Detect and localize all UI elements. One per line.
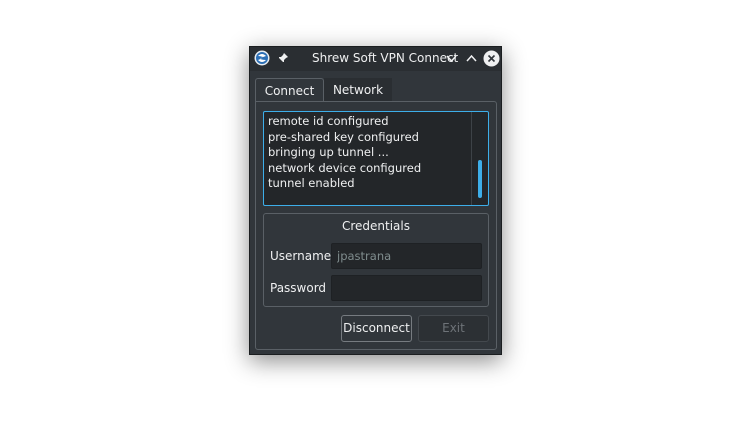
vpn-connect-window: Shrew Soft VPN Connect Connect Network r… (249, 46, 502, 355)
log-lines: remote id configured pre-shared key conf… (268, 114, 468, 192)
title-bar[interactable]: Shrew Soft VPN Connect (250, 47, 501, 71)
username-label: Username (270, 249, 332, 263)
chevron-up-icon[interactable] (463, 50, 480, 67)
log-line: network device configured (268, 160, 422, 175)
tab-network[interactable]: Network (324, 78, 392, 102)
shrew-soft-app-icon[interactable] (254, 50, 270, 66)
password-input[interactable] (331, 275, 482, 301)
scrollbar-handle[interactable] (478, 160, 482, 198)
window-title: Shrew Soft VPN Connect (312, 51, 459, 65)
status-log[interactable]: remote id configured pre-shared key conf… (263, 111, 489, 206)
log-line: pre-shared key configured (268, 129, 419, 144)
username-input[interactable] (331, 243, 482, 269)
log-line: tunnel enabled (268, 176, 355, 191)
log-line: remote id configured (268, 114, 389, 128)
disconnect-button[interactable]: Disconnect (341, 315, 412, 342)
password-label: Password (270, 281, 327, 295)
credentials-title: Credentials (341, 219, 410, 233)
chevron-down-icon[interactable] (443, 50, 460, 67)
log-scrollbar[interactable] (471, 112, 488, 205)
credentials-group: Credentials Username Password (263, 213, 489, 307)
log-line: bringing up tunnel ... (268, 145, 389, 160)
close-icon[interactable] (483, 50, 500, 67)
tab-connect[interactable]: Connect (255, 78, 324, 102)
pin-icon[interactable] (277, 52, 289, 64)
exit-button[interactable]: Exit (418, 315, 489, 342)
